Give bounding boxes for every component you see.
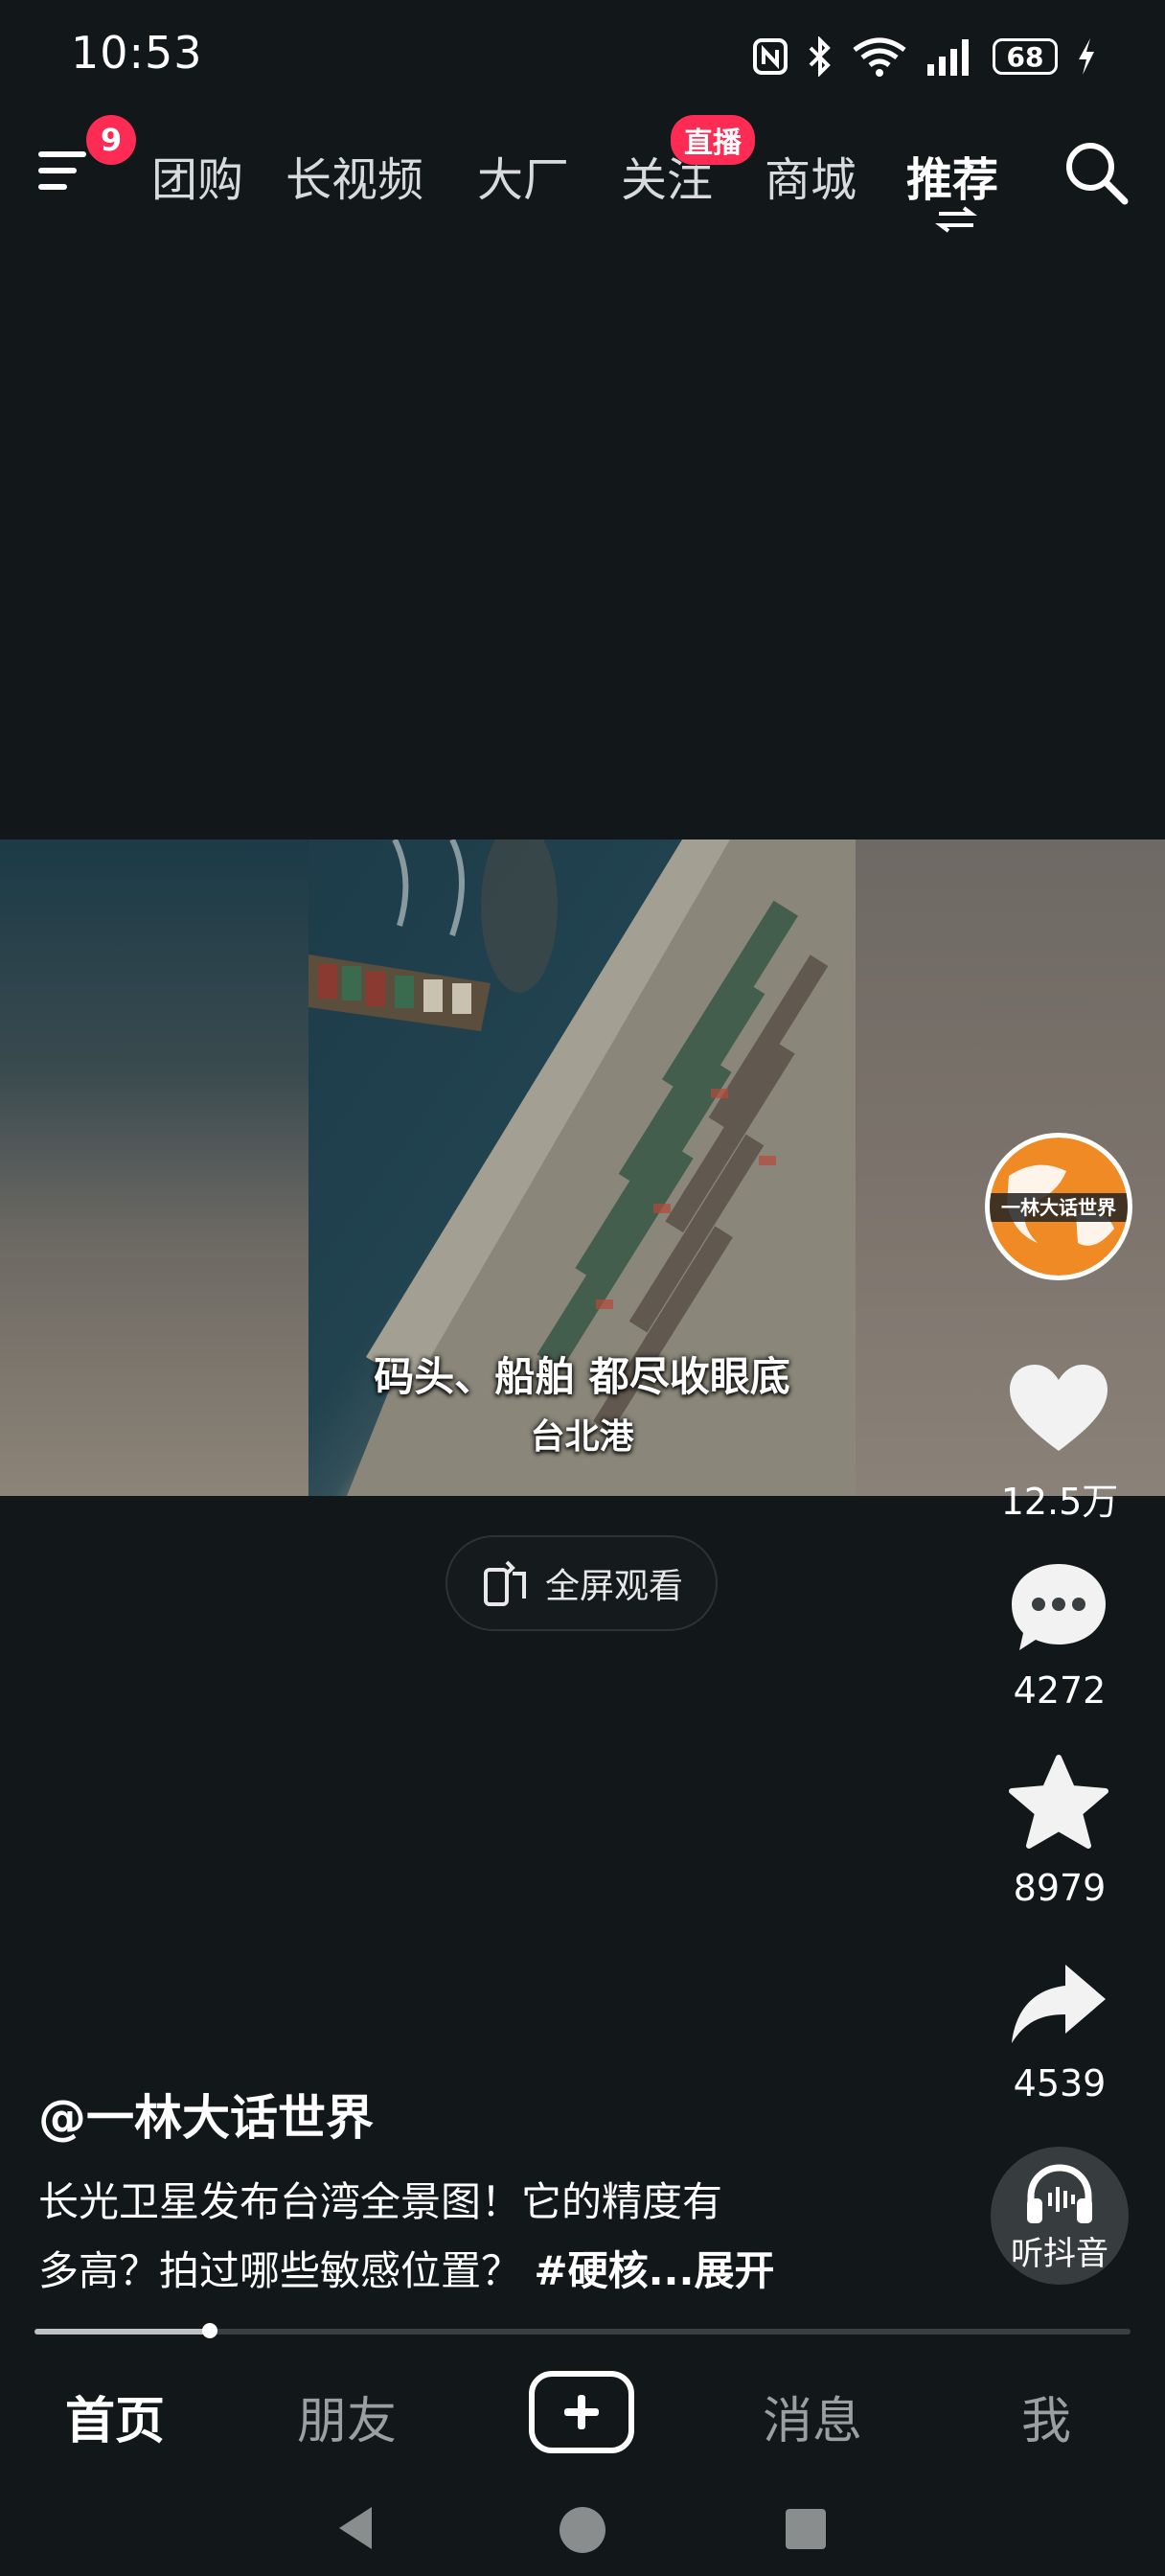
video-blur-left [0,840,308,1496]
back-icon[interactable] [333,2503,377,2553]
avatar-text: 一林大话世界 [1001,1196,1116,1219]
description-line-1: 长光卫星发布台湾全景图！它的精度有 [38,2178,723,2225]
like-heart-icon[interactable] [1006,1359,1111,1464]
comment-icon[interactable] [1006,1556,1111,1662]
author-name[interactable]: @一林大话世界 [38,2080,374,2149]
charging-icon [1079,38,1094,75]
fullscreen-button[interactable]: 全屏观看 [445,1535,718,1631]
video-progress-fill [34,2329,211,2334]
nav-me[interactable]: 我 [1021,2380,1071,2452]
tab-long-video[interactable]: 长视频 [286,142,423,209]
status-time: 10:53 [71,27,203,79]
bluetooth-icon [809,36,831,77]
swap-icon[interactable] [935,206,977,233]
menu-badge: 9 [86,115,136,165]
author-avatar[interactable]: 一林大话世界 [985,1133,1132,1280]
wifi-icon [853,37,906,77]
headphones-icon [1027,2164,1092,2223]
nfc-icon [753,38,788,75]
live-badge: 直播 [671,115,755,165]
video-player[interactable]: 码头、船舶 都尽收眼底 台北港 [0,840,1165,1496]
description-line-2: 多高？拍过哪些敏感位置？ [38,2247,522,2294]
search-icon[interactable] [1063,140,1129,205]
signal-icon [927,39,969,76]
plus-icon [564,2395,599,2429]
favorite-count: 8979 [1013,1867,1107,1909]
nav-messages[interactable]: 消息 [763,2380,862,2452]
home-circle-icon[interactable] [558,2505,607,2555]
listen-label: 听抖音 [1011,2235,1108,2273]
nav-home[interactable]: 首页 [65,2380,165,2452]
tab-recommend[interactable]: 推荐 [906,142,998,209]
create-button[interactable] [529,2371,634,2453]
comment-count: 4272 [1013,1669,1107,1712]
video-progress-handle[interactable] [202,2323,218,2338]
tab-group-buy[interactable]: 团购 [151,142,243,209]
like-count: 12.5万 [1000,1481,1119,1523]
hashtag-link[interactable]: #硬核 [534,2247,648,2294]
favorite-star-icon[interactable] [1006,1752,1111,1857]
tab-mall[interactable]: 商城 [765,142,857,209]
expand-button[interactable]: ...展开 [649,2247,775,2294]
tab-big-factory[interactable]: 大厂 [477,142,569,209]
fullscreen-label: 全屏观看 [544,1567,683,1606]
rotate-screen-icon [483,1560,526,1606]
nav-friends[interactable]: 朋友 [297,2380,397,2452]
menu-icon[interactable] [36,142,94,199]
video-location-caption: 台北港 [530,1417,634,1457]
share-count: 4539 [1013,2062,1107,2104]
status-icons: 68 [751,33,1098,80]
recents-icon[interactable] [784,2507,828,2551]
post-description: 长光卫星发布台湾全景图！它的精度有 多高？拍过哪些敏感位置？ #硬核...展开 [38,2168,920,2306]
battery-icon: 68 [993,38,1058,75]
video-caption: 码头、船舶 都尽收眼底 [374,1353,790,1400]
globe-logo-icon: 一林大话世界 [990,1138,1128,1276]
share-icon[interactable] [1006,1951,1111,2057]
